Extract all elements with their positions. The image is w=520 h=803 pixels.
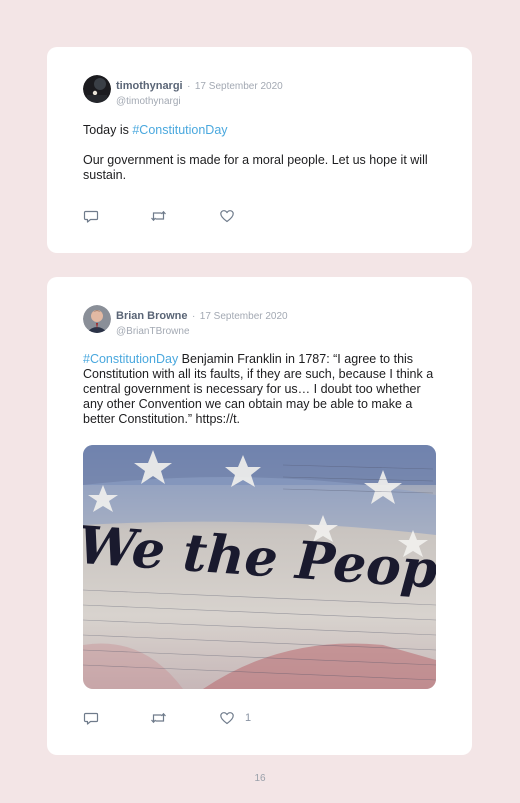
- hashtag-link[interactable]: #ConstitutionDay: [132, 123, 227, 137]
- tweet-text-prefix: Today is: [83, 123, 133, 137]
- page-number: 16: [254, 773, 266, 784]
- like-icon: [220, 712, 234, 725]
- reply-icon: [83, 210, 99, 223]
- author-handle[interactable]: @timothynargi: [116, 96, 283, 107]
- author-handle[interactable]: @BrianTBrowne: [116, 326, 288, 337]
- separator: ·: [187, 81, 191, 92]
- tweet-meta: Brian Browne · 17 September 2020 @BrianT…: [116, 306, 288, 337]
- tweet-image[interactable]: We the People: [83, 445, 436, 689]
- tweet-actions: 1: [83, 710, 283, 726]
- separator: ·: [191, 311, 196, 322]
- author-name[interactable]: timothynargi: [116, 80, 183, 92]
- tweet-actions: [83, 208, 283, 224]
- retweet-icon: [151, 712, 166, 724]
- retweet-button[interactable]: [150, 208, 167, 224]
- retweet-button[interactable]: [150, 710, 167, 726]
- tweet-card: timothynargi · 17 September 2020 @timoth…: [47, 47, 472, 253]
- like-icon: [220, 210, 234, 223]
- reply-button[interactable]: [83, 710, 99, 726]
- like-button[interactable]: 1: [219, 710, 251, 726]
- author-name[interactable]: Brian Browne: [116, 310, 188, 322]
- hashtag-link[interactable]: #ConstitutionDay: [83, 352, 178, 366]
- tweet-body: Our government is made for a moral peopl…: [83, 153, 428, 182]
- avatar[interactable]: [83, 75, 111, 103]
- like-count: 1: [245, 712, 252, 724]
- reply-icon: [83, 712, 99, 725]
- retweet-icon: [151, 210, 166, 222]
- tweet-card: Brian Browne · 17 September 2020 @BrianT…: [47, 277, 472, 755]
- reply-button[interactable]: [83, 208, 99, 224]
- tweet-text-line: Today is #ConstitutionDay: [83, 123, 443, 138]
- tweet-body: #ConstitutionDay Benjamin Franklin in 17…: [83, 352, 439, 427]
- avatar[interactable]: [83, 305, 111, 333]
- tweet-meta: timothynargi · 17 September 2020 @timoth…: [116, 76, 283, 107]
- tweet-date: 17 September 2020: [194, 81, 283, 92]
- like-button[interactable]: [219, 208, 245, 224]
- tweet-date: 17 September 2020: [199, 311, 288, 322]
